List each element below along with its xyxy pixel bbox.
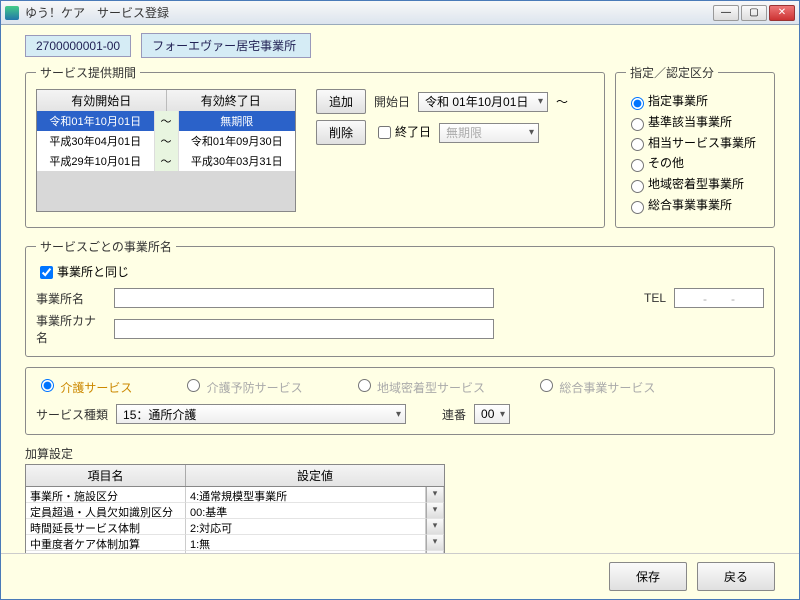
service-category-radio[interactable]: 地域密着型サービス bbox=[353, 376, 485, 396]
period-col-start: 有効開始日 bbox=[37, 90, 167, 111]
office-kana-label: 事業所カナ名 bbox=[36, 312, 106, 346]
start-date-label: 開始日 bbox=[374, 93, 410, 110]
seq-spinner[interactable]: 00 bbox=[474, 404, 510, 424]
app-icon bbox=[5, 6, 19, 20]
minimize-button[interactable]: — bbox=[713, 5, 739, 21]
addition-row[interactable]: 定員超過・人員欠如識別区分00:基準▾ bbox=[26, 503, 444, 519]
designation-option[interactable]: 指定事業所 bbox=[626, 92, 764, 110]
addition-row[interactable]: 中重度者ケア体制加算1:無▾ bbox=[26, 535, 444, 551]
period-row[interactable]: 令和01年10月01日～無期限 bbox=[37, 111, 295, 131]
window-title: ゆう！ケア サービス登録 bbox=[25, 4, 713, 21]
addition-legend: 加算設定 bbox=[25, 445, 775, 462]
save-button[interactable]: 保存 bbox=[609, 562, 687, 591]
tel-input[interactable] bbox=[674, 288, 764, 308]
addition-row[interactable]: 個別機能訓練体制3:加算Ⅰ＜旧加算Ⅱ＞▾ bbox=[26, 551, 444, 553]
designation-option[interactable]: 基準該当事業所 bbox=[626, 113, 764, 131]
same-as-office-check[interactable]: 事業所と同じ bbox=[36, 265, 129, 279]
service-type-select[interactable]: 15：通所介護 bbox=[116, 404, 406, 424]
office-fieldset: サービスごとの事業所名 事業所と同じ 事業所名 TEL 事業所カナ名 bbox=[25, 238, 775, 357]
designation-option[interactable]: 相当サービス事業所 bbox=[626, 134, 764, 152]
seq-label: 連番 bbox=[442, 406, 466, 423]
designation-option[interactable]: 地域密着型事業所 bbox=[626, 175, 764, 193]
office-kana-input[interactable] bbox=[114, 319, 494, 339]
office-legend: サービスごとの事業所名 bbox=[36, 238, 176, 255]
end-date-select[interactable]: 無期限 bbox=[439, 123, 539, 143]
addition-row[interactable]: 時間延長サービス体制2:対応可▾ bbox=[26, 519, 444, 535]
designation-fieldset: 指定／認定区分 指定事業所基準該当事業所相当サービス事業所その他地域密着型事業所… bbox=[615, 64, 775, 228]
service-category-radio[interactable]: 介護予防サービス bbox=[182, 376, 302, 396]
start-date-select[interactable]: 令和 01年10月01日 bbox=[418, 92, 548, 112]
addition-grid: 項目名 設定値 事業所・施設区分4:通常規模型事業所▾定員超過・人員欠如識別区分… bbox=[25, 464, 445, 553]
period-legend: サービス提供期間 bbox=[36, 64, 140, 81]
period-fieldset: サービス提供期間 有効開始日 有効終了日 令和01年10月01日～無期限平成30… bbox=[25, 64, 605, 228]
office-name-input[interactable] bbox=[114, 288, 494, 308]
footer: 保存 戻る bbox=[1, 553, 799, 599]
designation-option[interactable]: 総合事業事業所 bbox=[626, 196, 764, 214]
tel-label: TEL bbox=[644, 291, 666, 305]
office-name-label: 事業所名 bbox=[36, 290, 106, 307]
content-area: 2700000001-00 フォーエヴァー居宅事業所 サービス提供期間 有効開始… bbox=[1, 25, 799, 553]
close-button[interactable]: ✕ bbox=[769, 5, 795, 21]
maximize-button[interactable]: ▢ bbox=[741, 5, 767, 21]
titlebar: ゆう！ケア サービス登録 — ▢ ✕ bbox=[1, 1, 799, 25]
period-table[interactable]: 有効開始日 有効終了日 令和01年10月01日～無期限平成30年04月01日～令… bbox=[36, 89, 296, 212]
delete-button[interactable]: 削除 bbox=[316, 120, 366, 145]
designation-option[interactable]: その他 bbox=[626, 154, 764, 172]
designation-legend: 指定／認定区分 bbox=[626, 64, 718, 81]
addition-row[interactable]: 事業所・施設区分4:通常規模型事業所▾ bbox=[26, 487, 444, 503]
service-fieldset: 介護サービス 介護予防サービス 地域密着型サービス 総合事業サービス サービス種… bbox=[25, 367, 775, 435]
end-date-check[interactable]: 終了日 bbox=[374, 123, 431, 142]
back-button[interactable]: 戻る bbox=[697, 562, 775, 591]
grid-col-value: 設定値 bbox=[186, 465, 444, 486]
app-window: ゆう！ケア サービス登録 — ▢ ✕ 2700000001-00 フォーエヴァー… bbox=[0, 0, 800, 600]
service-type-label: サービス種類 bbox=[36, 406, 108, 423]
office-name: フォーエヴァー居宅事業所 bbox=[141, 33, 311, 58]
add-button[interactable]: 追加 bbox=[316, 89, 366, 114]
service-category-radio[interactable]: 総合事業サービス bbox=[535, 376, 655, 396]
service-category-radio[interactable]: 介護サービス bbox=[36, 376, 132, 396]
office-id: 2700000001-00 bbox=[25, 35, 131, 57]
grid-col-name: 項目名 bbox=[26, 465, 186, 486]
period-col-end: 有効終了日 bbox=[167, 90, 296, 111]
period-row[interactable]: 平成29年10月01日～平成30年03月31日 bbox=[37, 151, 295, 171]
period-row[interactable]: 平成30年04月01日～令和01年09月30日 bbox=[37, 131, 295, 151]
